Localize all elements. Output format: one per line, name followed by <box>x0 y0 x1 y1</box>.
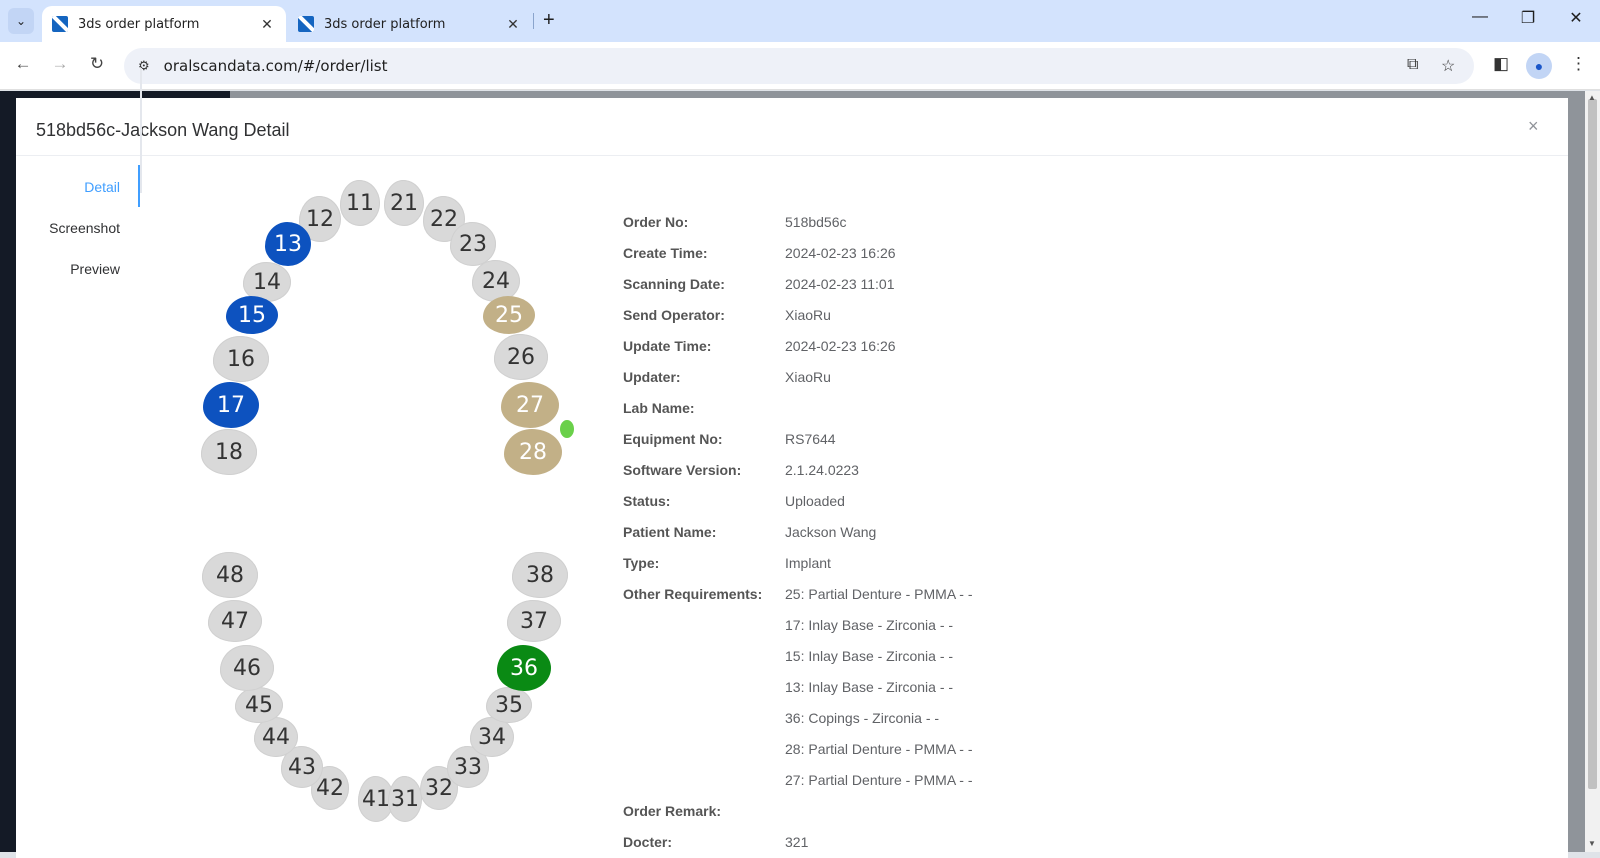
requirement-line: 27: Partial Denture - PMMA - - <box>785 772 973 788</box>
detail-label: Updater: <box>623 369 681 385</box>
profile-avatar-icon[interactable]: ● <box>1526 53 1552 79</box>
tooth-17[interactable]: 17 <box>203 382 259 428</box>
url-text: oralscandata.com/#/order/list <box>163 57 388 75</box>
detail-label: Docter: <box>623 834 673 850</box>
tooth-37[interactable]: 37 <box>507 600 561 642</box>
detail-value: 2.1.24.0223 <box>785 462 859 478</box>
detail-label: Send Operator: <box>623 307 725 323</box>
tooth-31[interactable]: 31 <box>388 776 422 822</box>
detail-label: Order No: <box>623 214 689 230</box>
side-panel-icon[interactable]: ◧ <box>1493 54 1509 74</box>
address-bar[interactable]: ⚙ oralscandata.com/#/order/list <box>124 48 1474 84</box>
tab-close-icon[interactable]: ✕ <box>258 16 276 33</box>
more-menu-icon[interactable]: ⋮ <box>1570 54 1587 74</box>
tooth-21[interactable]: 21 <box>384 180 424 226</box>
page-scrollbar[interactable]: ▲ ▼ <box>1585 91 1600 852</box>
tab-screenshot[interactable]: Screenshot <box>49 220 120 236</box>
detail-value: 2024-02-23 11:01 <box>785 276 895 292</box>
translate-icon[interactable]: ⧉ <box>1407 56 1418 74</box>
tooth-13[interactable]: 13 <box>265 222 311 266</box>
tooth-23[interactable]: 23 <box>450 222 496 266</box>
tooth-25[interactable]: 25 <box>483 296 535 334</box>
detail-value: 2024-02-23 16:26 <box>785 338 896 354</box>
tab-detail[interactable]: Detail <box>84 179 120 195</box>
browser-tab-bar: ⌄ 3ds order platform ✕ 3ds order platfor… <box>0 0 1600 42</box>
detail-value: Implant <box>785 555 831 571</box>
requirement-line: 17: Inlay Base - Zirconia - - <box>785 617 954 633</box>
requirement-line: 15: Inlay Base - Zirconia - - <box>785 648 954 664</box>
tooth-16[interactable]: 16 <box>213 336 269 382</box>
site-favicon-icon <box>298 16 314 32</box>
browser-tab-active[interactable]: 3ds order platform ✕ <box>42 6 286 42</box>
detail-value: 25: Partial Denture - PMMA - - <box>785 586 973 602</box>
detail-value: 2024-02-23 16:26 <box>785 245 896 261</box>
tooth-44[interactable]: 44 <box>254 717 298 757</box>
tooth-15[interactable]: 15 <box>226 296 278 334</box>
tooth-46[interactable]: 46 <box>220 645 274 691</box>
detail-label: Status: <box>623 493 671 509</box>
tooth-11[interactable]: 11 <box>340 180 380 226</box>
site-favicon-icon <box>52 16 68 32</box>
active-tab-indicator <box>138 165 140 207</box>
detail-value: RS7644 <box>785 431 836 447</box>
bookmark-star-icon[interactable]: ☆ <box>1441 56 1455 76</box>
tooth-26[interactable]: 26 <box>494 334 548 380</box>
tab-search-icon[interactable]: ⌄ <box>8 8 34 34</box>
detail-label: Update Time: <box>623 338 712 354</box>
window-minimize-icon[interactable]: — <box>1470 8 1490 26</box>
detail-value: XiaoRu <box>785 369 831 385</box>
requirement-line: 13: Inlay Base - Zirconia - - <box>785 679 954 695</box>
detail-label: Scanning Date: <box>623 276 725 292</box>
detail-label: Equipment No: <box>623 431 723 447</box>
tooth-38[interactable]: 38 <box>512 552 568 598</box>
attachment-marker-dot <box>560 420 574 438</box>
detail-label: Type: <box>623 555 660 571</box>
window-close-icon[interactable]: ✕ <box>1566 8 1586 28</box>
tooth-35[interactable]: 35 <box>486 687 532 723</box>
detail-value: 518bd56c <box>785 214 847 230</box>
tooth-34[interactable]: 34 <box>470 717 514 757</box>
detail-label: Other Requirements: <box>623 586 763 602</box>
detail-label: Lab Name: <box>623 400 695 416</box>
tooth-28[interactable]: 28 <box>504 429 562 475</box>
modal-close-icon[interactable]: × <box>1528 116 1539 137</box>
browser-toolbar: ← → ↻ ⚙ oralscandata.com/#/order/list ⧉ … <box>0 42 1600 90</box>
detail-label: Patient Name: <box>623 524 717 540</box>
tooth-27[interactable]: 27 <box>501 382 559 428</box>
tab-title: 3ds order platform <box>78 16 200 32</box>
tab-separator <box>533 13 534 29</box>
requirement-line: 36: Copings - Zirconia - - <box>785 710 940 726</box>
tooth-47[interactable]: 47 <box>208 600 262 642</box>
detail-label: Order Remark: <box>623 803 722 819</box>
detail-label: Create Time: <box>623 245 708 261</box>
tooth-45[interactable]: 45 <box>235 687 283 723</box>
detail-value: 321 <box>785 834 809 850</box>
browser-tab-inactive[interactable]: 3ds order platform ✕ <box>288 6 532 42</box>
side-tabs: Detail Screenshot Preview <box>20 68 142 277</box>
requirement-line: 28: Partial Denture - PMMA - - <box>785 741 973 757</box>
tooth-36[interactable]: 36 <box>497 645 551 691</box>
detail-value: Jackson Wang <box>785 524 877 540</box>
detail-value: XiaoRu <box>785 307 831 323</box>
scroll-down-icon[interactable]: ▼ <box>1588 839 1596 848</box>
tab-close-icon[interactable]: ✕ <box>504 16 522 33</box>
detail-label: Software Version: <box>623 462 742 478</box>
new-tab-plus-icon[interactable]: + <box>543 9 555 32</box>
tab-preview[interactable]: Preview <box>70 261 120 277</box>
modal-header: 518bd56c-Jackson Wang Detail × <box>16 98 1568 156</box>
detail-value: Uploaded <box>785 493 845 509</box>
tab-title: 3ds order platform <box>324 16 446 32</box>
scrollbar-thumb[interactable] <box>1588 99 1597 789</box>
tooth-48[interactable]: 48 <box>202 552 258 598</box>
scroll-up-icon[interactable]: ▲ <box>1588 93 1596 102</box>
tooth-18[interactable]: 18 <box>201 429 257 475</box>
window-restore-icon[interactable]: ❐ <box>1518 8 1538 28</box>
